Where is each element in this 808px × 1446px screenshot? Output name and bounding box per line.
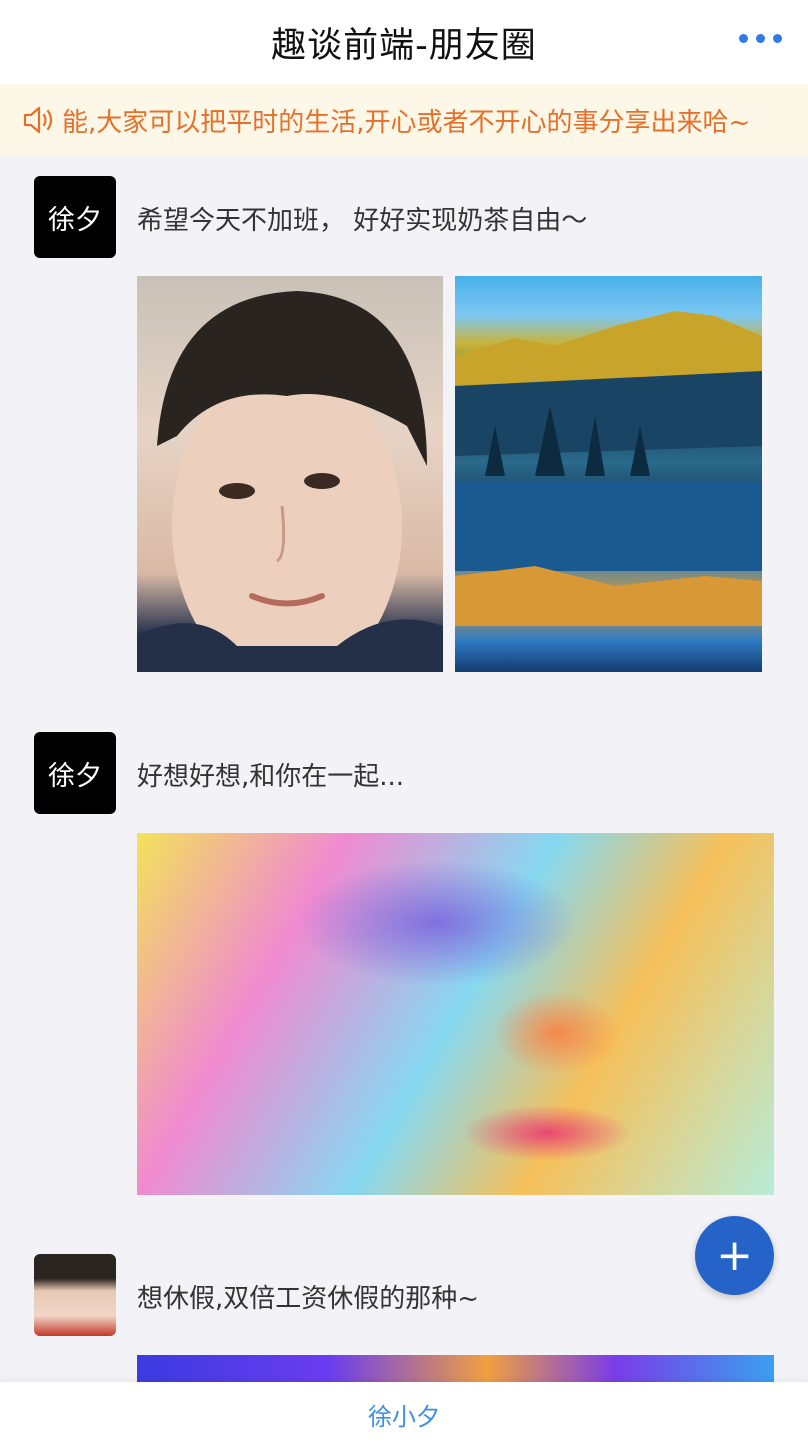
add-post-button[interactable]: +	[695, 1216, 774, 1295]
avatar[interactable]	[34, 1254, 116, 1336]
dot	[739, 34, 748, 43]
portrait-illustration	[137, 291, 443, 672]
dot	[756, 34, 765, 43]
tab-bar: 徐小夕	[0, 1382, 808, 1446]
speaker-icon	[23, 106, 53, 134]
plus-icon: +	[716, 1230, 753, 1281]
avatar[interactable]: 徐夕	[34, 176, 116, 258]
colorful-face-art[interactable]	[137, 833, 774, 1195]
portrait-photo[interactable]	[137, 276, 443, 672]
gradient-image[interactable]	[137, 1355, 774, 1382]
notice-text: 能,大家可以把平时的生活,开心或者不开心的事分享出来哈~	[62, 107, 751, 138]
lake-landscape-photo[interactable]	[455, 276, 762, 672]
feed-list[interactable]: 徐夕 希望今天不加班， 好好实现奶茶自由～ 徐夕 好想好想,和你在一起... 想…	[0, 156, 808, 1382]
tab-profile[interactable]: 徐小夕	[368, 1397, 440, 1432]
page-title: 趣谈前端-朋友圈	[271, 25, 537, 66]
nav-bar: 趣谈前端-朋友圈	[0, 0, 808, 84]
more-dots-icon[interactable]	[739, 34, 782, 43]
post-text: 希望今天不加班， 好好实现奶茶自由～	[137, 206, 588, 236]
lake-illustration	[455, 311, 762, 626]
avatar[interactable]: 徐夕	[34, 732, 116, 814]
notice-bar: 能,大家可以把平时的生活,开心或者不开心的事分享出来哈~	[0, 84, 808, 156]
post-text: 好想好想,和你在一起...	[137, 762, 405, 792]
post-text: 想休假,双倍工资休假的那种~	[137, 1284, 480, 1314]
dot	[773, 34, 782, 43]
